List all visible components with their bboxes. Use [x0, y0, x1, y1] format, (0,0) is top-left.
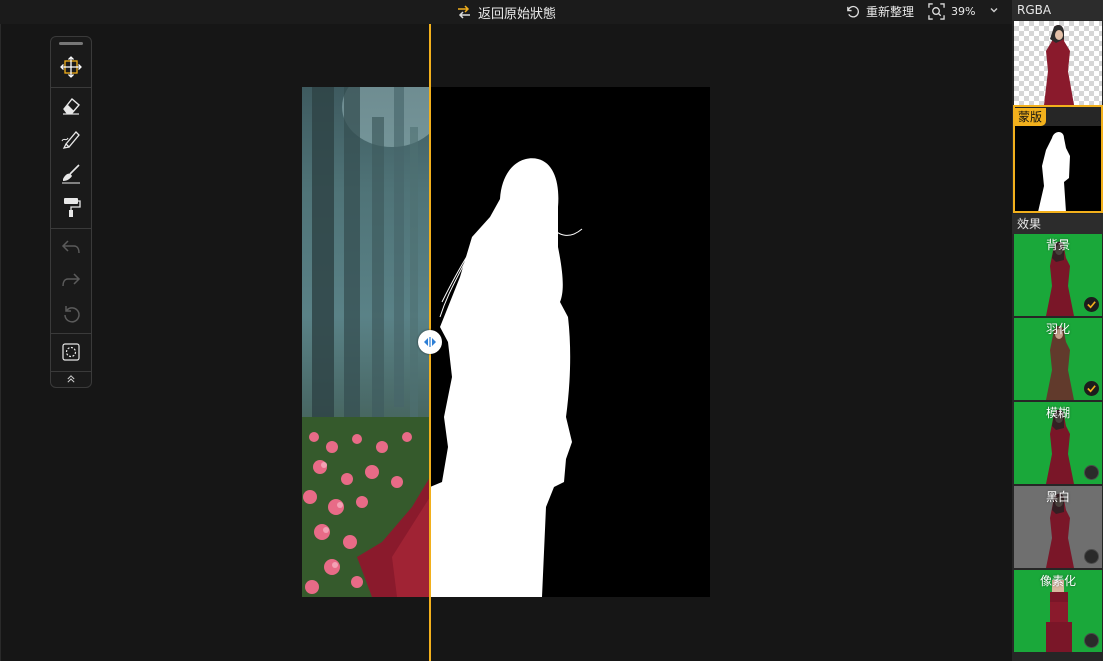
move-icon: [60, 56, 82, 78]
editing-canvas[interactable]: [302, 87, 710, 597]
rgba-label: RGBA: [1012, 0, 1103, 20]
undo-icon: [61, 240, 80, 254]
rgba-thumbnail[interactable]: [1014, 21, 1102, 105]
lasso-select-button[interactable]: [57, 338, 85, 366]
subject-silhouette-image: [430, 158, 583, 597]
effect-feather[interactable]: 羽化: [1014, 318, 1102, 400]
eraser-icon: [63, 97, 80, 115]
collapse-icon: [67, 375, 75, 383]
restore-original-button[interactable]: 返回原始狀態: [456, 3, 557, 22]
collapse-toolbar-button[interactable]: [57, 371, 85, 387]
effect-disabled-toggle[interactable]: [1084, 465, 1099, 480]
layers-panel: RGBA 蒙版 效果 背景 羽化 模糊 黑白 像素化: [1012, 0, 1103, 661]
move-tool-button[interactable]: [57, 53, 85, 81]
zoom-fit-icon: [928, 3, 945, 20]
effect-background[interactable]: 背景: [1014, 234, 1102, 316]
toolbar-divider: [51, 333, 91, 334]
effect-enabled-check[interactable]: [1084, 297, 1099, 312]
effect-name: 背景: [1045, 238, 1070, 252]
effect-name: 像素化: [1039, 574, 1076, 588]
reprocess-button[interactable]: 重新整理: [845, 3, 914, 20]
lasso-select-icon: [62, 343, 80, 361]
sweep-brush-tool-button[interactable]: [57, 159, 85, 187]
reprocess-label: 重新整理: [866, 5, 915, 19]
effect-pixelate[interactable]: 像素化: [1014, 570, 1102, 652]
top-bar: 返回原始狀態 重新整理 39%: [0, 0, 1012, 24]
effect-blur[interactable]: 模糊: [1014, 402, 1102, 484]
effect-name: 模糊: [1045, 406, 1070, 420]
toolbar-drag-handle[interactable]: [59, 42, 83, 45]
forest-scene-image: [302, 87, 430, 597]
brush-tool-button[interactable]: [57, 125, 85, 153]
effect-name: 黑白: [1045, 490, 1070, 504]
mask-label: 蒙版: [1014, 108, 1047, 126]
zoom-control[interactable]: 39%: [928, 3, 975, 20]
effect-disabled-toggle[interactable]: [1084, 633, 1099, 648]
original-image-preview: [302, 87, 430, 597]
tool-palette: [50, 36, 92, 388]
zoom-value: 39%: [951, 5, 976, 18]
toolbar-divider: [51, 87, 91, 88]
undo-button[interactable]: [57, 233, 85, 261]
cutout-preview-image: [1044, 25, 1074, 105]
chevron-down-icon: [990, 8, 998, 13]
effects-label: 效果: [1012, 214, 1103, 234]
checkmark-icon: [1087, 301, 1096, 309]
redo-button[interactable]: [57, 266, 85, 294]
mask-thumbnail-image: [1038, 132, 1070, 212]
compare-split-handle[interactable]: [418, 330, 442, 354]
checkmark-icon: [1087, 385, 1096, 393]
reset-icon: [64, 306, 80, 323]
restore-original-label: 返回原始狀態: [478, 6, 557, 22]
toolbar-divider: [51, 228, 91, 229]
redo-icon: [62, 273, 81, 287]
sweep-brush-icon: [62, 164, 80, 184]
split-arrows-icon: [424, 337, 436, 347]
swap-arrows-icon: [458, 5, 470, 19]
reset-button[interactable]: [57, 299, 85, 327]
brush-icon: [61, 131, 80, 149]
paint-roller-icon: [64, 198, 81, 217]
paint-roller-tool-button[interactable]: [57, 193, 85, 221]
refresh-icon: [847, 5, 859, 18]
effect-name: 羽化: [1045, 322, 1070, 336]
effect-disabled-toggle[interactable]: [1084, 549, 1099, 564]
effect-enabled-check[interactable]: [1084, 381, 1099, 396]
eraser-tool-button[interactable]: [57, 91, 85, 119]
mask-preview: [430, 87, 710, 597]
effect-black-white[interactable]: 黑白: [1014, 486, 1102, 568]
zoom-dropdown[interactable]: [988, 4, 1000, 19]
